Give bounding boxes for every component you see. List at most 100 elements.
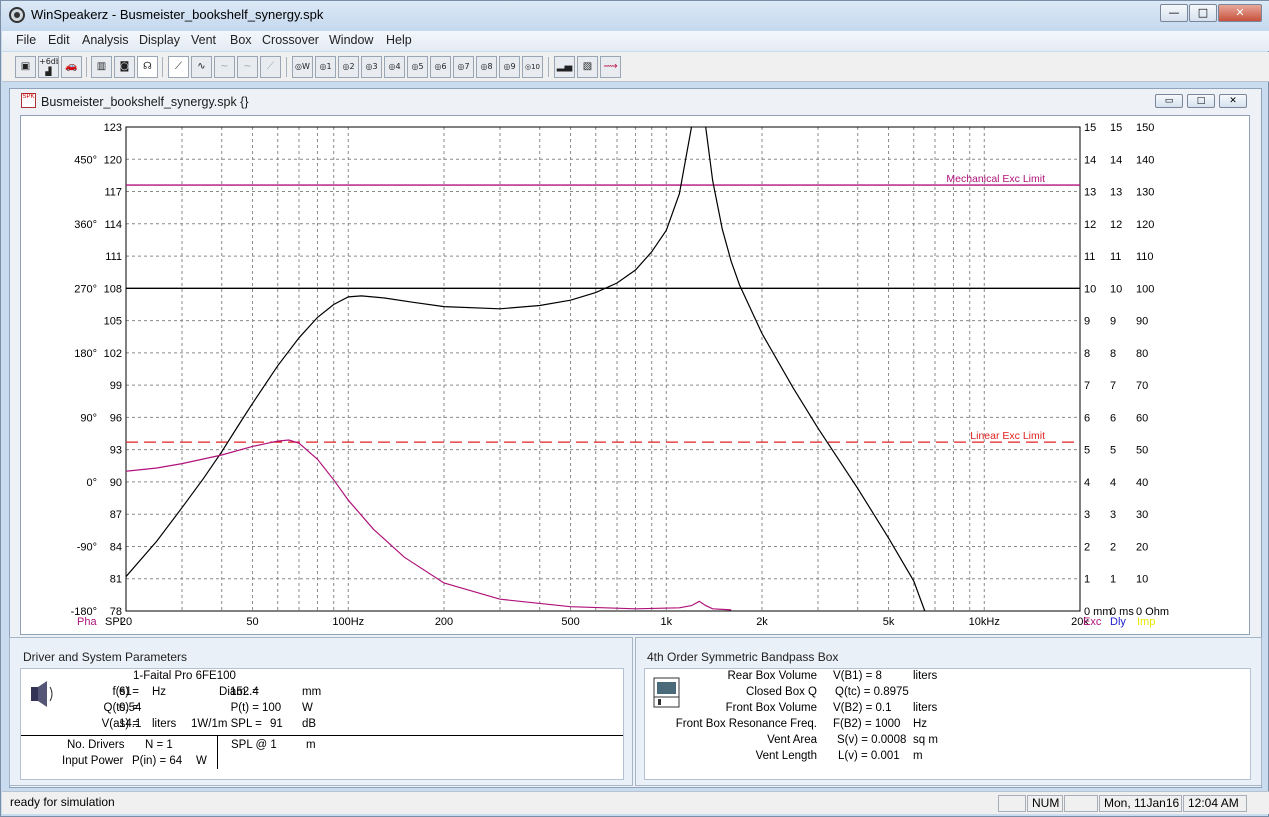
close-button[interactable]: ✕ bbox=[1218, 4, 1262, 22]
menu-display[interactable]: Display bbox=[139, 33, 180, 47]
delay-tick-label: 6 bbox=[1110, 412, 1116, 424]
spl-1w1m-unit: dB bbox=[302, 718, 317, 730]
input-power-label: Input Power bbox=[62, 755, 124, 767]
box-tool-icon[interactable]: ▧ bbox=[577, 56, 598, 78]
car-tool-icon[interactable]: 🚗 bbox=[61, 56, 82, 78]
impedance-tick-label: 150 bbox=[1136, 122, 1154, 134]
pt-label: P(t) = bbox=[230, 702, 259, 714]
response-curve bbox=[125, 439, 732, 611]
menu-box[interactable]: Box bbox=[230, 33, 252, 47]
doc-maximize-button[interactable]: □ bbox=[1187, 94, 1215, 108]
crossover-tool-icon[interactable]: ⟿ bbox=[600, 56, 621, 78]
phase-tick-label: 360° bbox=[74, 219, 97, 231]
status-num: NUM bbox=[1027, 795, 1063, 812]
impedance-tick-label: 10 bbox=[1136, 574, 1148, 586]
front-box-resonance-value[interactable]: F(B2) = 1000 bbox=[833, 718, 900, 730]
closed-box-q-value[interactable]: Q(tc) = 0.8975 bbox=[835, 686, 909, 698]
speaker-tool-icon[interactable]: ◙ bbox=[114, 56, 135, 78]
spl-tick-label: 87 bbox=[110, 509, 122, 521]
reference-line-label: Linear Exc Limit bbox=[970, 430, 1045, 442]
input-power-value[interactable]: P(in) = 64 bbox=[132, 755, 182, 767]
doc-minimize-button[interactable]: ▭ bbox=[1155, 94, 1183, 108]
driver-4-button[interactable]: ◎4 bbox=[384, 56, 405, 78]
measure-tool-icon[interactable]: ☊ bbox=[137, 56, 158, 78]
curve-5-icon[interactable]: ⟋ bbox=[260, 56, 281, 78]
impedance-tick-label: 140 bbox=[1136, 154, 1154, 166]
pt-value: 100 bbox=[262, 702, 282, 714]
spl-tick-label: 99 bbox=[110, 380, 122, 392]
maximize-button[interactable]: □ bbox=[1189, 4, 1217, 22]
menu-bar: File Edit Analysis Display Vent Box Cros… bbox=[2, 31, 1269, 51]
delay-tick-label: 12 bbox=[1110, 219, 1122, 231]
driver-2-button[interactable]: ◎2 bbox=[338, 56, 359, 78]
vent-area-value[interactable]: S(v) = 0.0008 bbox=[837, 734, 906, 746]
spl-tick-label: 111 bbox=[105, 251, 122, 263]
bars-tool-icon[interactable]: ▥ bbox=[91, 56, 112, 78]
bar-graph-icon[interactable]: ▂▄ bbox=[554, 56, 575, 78]
driver-10-button[interactable]: ◎10 bbox=[522, 56, 543, 78]
driver-1-button[interactable]: ◎1 bbox=[315, 56, 336, 78]
frequency-tick-label: 10kHz bbox=[969, 616, 1000, 628]
divider bbox=[21, 735, 623, 736]
rear-box-volume-unit: liters bbox=[913, 670, 938, 682]
toolbar-separator bbox=[162, 57, 163, 77]
impedance-tick-label: 90 bbox=[1136, 316, 1148, 328]
spl-tick-label: 90 bbox=[110, 477, 122, 489]
driver-panel-title: Driver and System Parameters bbox=[23, 650, 188, 664]
excursion-tick-label: 12 bbox=[1084, 219, 1096, 231]
spl-1w1m-value: 91 bbox=[270, 718, 283, 730]
curve-3-icon[interactable]: ∼ bbox=[214, 56, 235, 78]
excursion-tick-label: 1 bbox=[1084, 574, 1090, 586]
frequency-tick-label: 1k bbox=[660, 616, 672, 628]
driver-5-button[interactable]: ◎5 bbox=[407, 56, 428, 78]
delay-tick-label: 11 bbox=[1110, 251, 1121, 263]
delay-tick-label: 8 bbox=[1110, 348, 1116, 360]
menu-window[interactable]: Window bbox=[329, 33, 373, 47]
driver-tool-icon[interactable]: ▣ bbox=[15, 56, 36, 78]
menu-file[interactable]: File bbox=[16, 33, 36, 47]
menu-help[interactable]: Help bbox=[386, 33, 412, 47]
impedance-tick-label: 110 bbox=[1136, 251, 1154, 263]
no-drivers-value[interactable]: N = 1 bbox=[145, 739, 173, 751]
excursion-tick-label: 8 bbox=[1084, 348, 1090, 360]
driver-panel: Driver and System Parameters 1-Faital Pr… bbox=[9, 637, 633, 786]
driver-9-button[interactable]: ◎9 bbox=[499, 56, 520, 78]
window-title: WinSpeakerz - Busmeister_bookshelf_syner… bbox=[31, 7, 324, 22]
menu-crossover[interactable]: Crossover bbox=[262, 33, 319, 47]
axis-legend-label: Exc bbox=[1083, 616, 1102, 628]
front-box-resonance-unit: Hz bbox=[913, 718, 928, 730]
spl-tick-label: 102 bbox=[104, 348, 122, 360]
front-box-volume-value[interactable]: V(B2) = 0.1 bbox=[833, 702, 892, 714]
driver-3-button[interactable]: ◎3 bbox=[361, 56, 382, 78]
vent-length-value[interactable]: L(v) = 0.001 bbox=[838, 750, 900, 762]
spl-tick-label: 114 bbox=[104, 219, 122, 231]
delay-tick-label: 15 bbox=[1110, 122, 1122, 134]
impedance-tick-label: 40 bbox=[1136, 477, 1148, 489]
driver-8-button[interactable]: ◎8 bbox=[476, 56, 497, 78]
curve-4-icon[interactable]: ∼ bbox=[237, 56, 258, 78]
app-icon bbox=[9, 7, 25, 23]
menu-analysis[interactable]: Analysis bbox=[82, 33, 129, 47]
status-date: Mon, 11Jan16 bbox=[1099, 795, 1182, 812]
driver-6-button[interactable]: ◎6 bbox=[430, 56, 451, 78]
driver-w-button[interactable]: ◎W bbox=[292, 56, 313, 78]
minimize-button[interactable]: — bbox=[1160, 4, 1188, 22]
no-drivers-label: No. Drivers bbox=[67, 739, 125, 751]
delay-tick-label: 9 bbox=[1110, 316, 1116, 328]
excursion-tick-label: 5 bbox=[1084, 445, 1090, 457]
front-box-volume-unit: liters bbox=[913, 702, 938, 714]
response-curve-icon[interactable]: ⟋ bbox=[168, 56, 189, 78]
driver-7-button[interactable]: ◎7 bbox=[453, 56, 474, 78]
menu-vent[interactable]: Vent bbox=[191, 33, 216, 47]
delay-tick-label: 2 bbox=[1110, 541, 1116, 553]
driver-panel-body: 1-Faital Pro 6FE100 f(s) = 61 Hz Diam. =… bbox=[20, 668, 624, 780]
vas-unit: liters bbox=[152, 718, 177, 730]
rear-box-volume-value[interactable]: V(B1) = 8 bbox=[833, 670, 882, 682]
step-tool-icon[interactable]: +6db ▟ bbox=[38, 56, 59, 78]
step-label: +6db bbox=[39, 57, 59, 66]
doc-close-button[interactable]: ✕ bbox=[1219, 94, 1247, 108]
spl-tick-label: 108 bbox=[104, 283, 122, 295]
menu-edit[interactable]: Edit bbox=[48, 33, 70, 47]
axis-legend-label: Dly bbox=[1110, 616, 1126, 628]
phase-curve-icon[interactable]: ∿ bbox=[191, 56, 212, 78]
